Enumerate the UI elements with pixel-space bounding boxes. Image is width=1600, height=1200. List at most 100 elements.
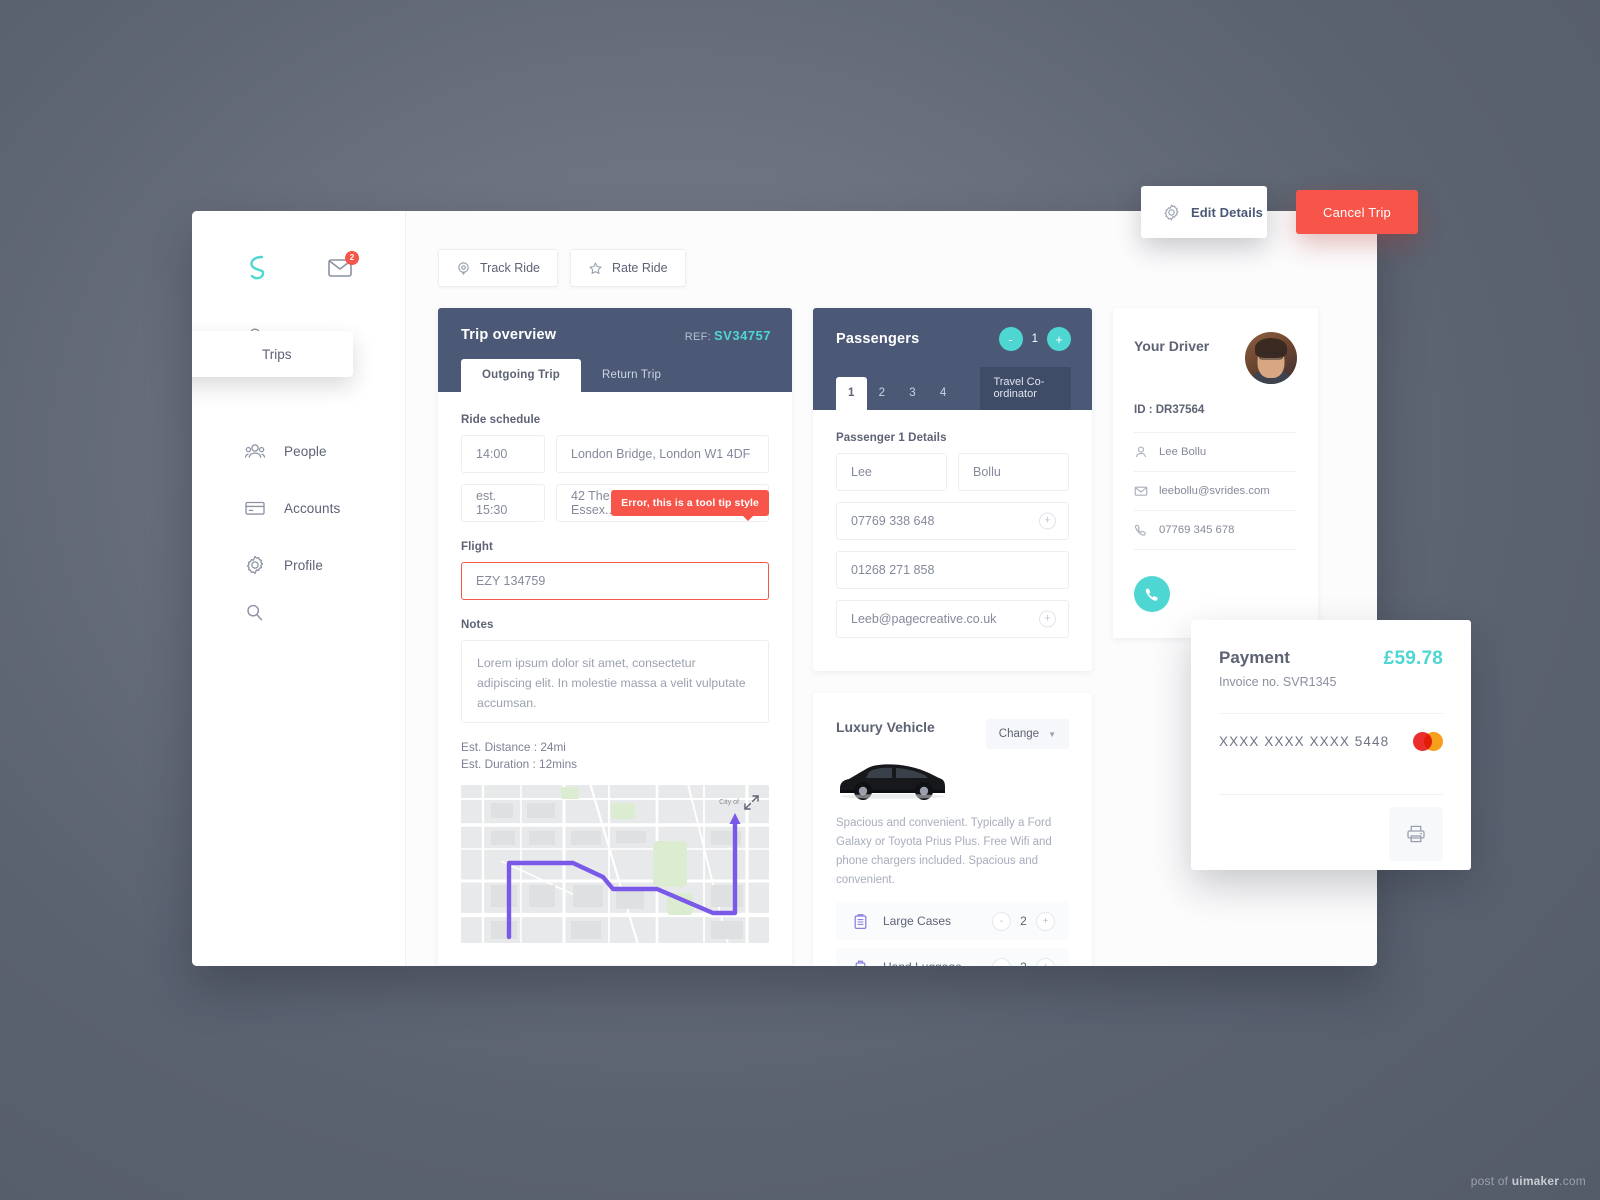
trip-ref-value: SV34757 xyxy=(714,327,771,343)
map-place-label: City of xyxy=(719,799,739,806)
route-map[interactable]: City of xyxy=(461,785,769,943)
tab-passenger-2[interactable]: 2 xyxy=(867,377,898,410)
divider xyxy=(1219,794,1443,795)
user-icon xyxy=(1135,446,1147,458)
driver-phone-row: 07769 345 678 xyxy=(1134,510,1297,550)
tab-return-trip[interactable]: Return Trip xyxy=(581,359,682,392)
add-email-button[interactable]: + xyxy=(1039,610,1056,628)
sidebar-item-trips[interactable]: Trips xyxy=(192,331,353,377)
trip-ref: REF: SV34757 xyxy=(685,328,771,343)
passenger-landline-input[interactable]: 01268 271 858 xyxy=(836,551,1069,589)
passenger-count-stepper: - 1 + xyxy=(998,327,1071,351)
baggage-decrement-button[interactable]: - xyxy=(992,911,1011,931)
mastercard-icon xyxy=(1413,732,1443,751)
payment-card-row[interactable]: XXXX XXXX XXXX 5448 xyxy=(1219,714,1443,770)
trip-estimates: Est. Distance : 24mi Est. Duration : 12m… xyxy=(461,740,769,771)
envelope-icon xyxy=(1134,486,1148,496)
passenger-firstname-input[interactable]: Lee xyxy=(836,453,947,491)
watermark-suffix: .com xyxy=(1559,1174,1586,1188)
est-distance: Est. Distance : 24mi xyxy=(461,740,566,754)
cancel-trip-label: Cancel Trip xyxy=(1323,204,1391,220)
driver-name: Lee Bollu xyxy=(1159,446,1207,458)
passenger-tabs: 1 2 3 4 Travel Co-ordinator xyxy=(836,367,1071,410)
trip-overview-card: Trip overview REF: SV34757 Outgoing Trip … xyxy=(438,308,792,965)
change-vehicle-label: Change xyxy=(998,728,1040,740)
tab-outgoing-trip[interactable]: Outgoing Trip xyxy=(461,359,581,392)
sidebar-search-button[interactable] xyxy=(192,602,405,628)
tab-passenger-3[interactable]: 3 xyxy=(897,377,928,410)
ride-schedule-label: Ride schedule xyxy=(461,414,541,426)
tab-passenger-1[interactable]: 1 xyxy=(836,377,867,410)
sidebar-item-label: Profile xyxy=(284,557,323,573)
driver-phone: 07769 345 678 xyxy=(1159,524,1235,536)
gear-icon xyxy=(244,554,266,576)
tab-travel-coordinator[interactable]: Travel Co-ordinator xyxy=(980,367,1071,410)
watermark-prefix: post of xyxy=(1470,1174,1512,1188)
notifications-mail-icon[interactable]: 2 xyxy=(328,251,359,278)
sidebar-item-profile[interactable]: Profile xyxy=(192,545,405,585)
tab-passenger-4[interactable]: 4 xyxy=(928,377,959,410)
passengers-body: Passenger 1 Details Lee Bollu 07769 338 … xyxy=(813,410,1092,671)
pickup-address-input[interactable]: London Bridge, London W1 4DF xyxy=(556,435,769,473)
est-duration: Est. Duration : 12mins xyxy=(461,757,578,771)
passenger-increment-button[interactable]: + xyxy=(1047,327,1071,351)
svrides-logo-icon[interactable] xyxy=(244,253,270,283)
trip-overview-body: Ride schedule 14:00 London Bridge, Londo… xyxy=(438,392,792,965)
vehicle-title: Luxury Vehicle xyxy=(836,719,935,735)
baggage-list: Large Cases - 2 + xyxy=(836,902,1069,966)
passengers-title: Passengers xyxy=(836,331,920,347)
payment-amount: £59.78 xyxy=(1383,648,1443,669)
passenger-email-input[interactable]: Leeb@pagecreative.co.uk + xyxy=(836,600,1069,638)
passenger-contact-fields: 07769 338 648 + 01268 271 858 Leeb@pagec… xyxy=(836,502,1069,638)
pickup-row: 14:00 London Bridge, London W1 4DF xyxy=(461,435,769,473)
baggage-row-large-cases: Large Cases - 2 + xyxy=(836,902,1069,941)
sidebar-item-people[interactable]: People xyxy=(192,431,405,471)
baggage-increment-button[interactable]: + xyxy=(1036,911,1055,931)
call-driver-button[interactable] xyxy=(1134,576,1170,612)
watermark-brand: uimaker xyxy=(1511,1174,1560,1188)
baggage-decrement-button[interactable]: - xyxy=(992,957,1011,966)
driver-header: Your Driver xyxy=(1134,332,1297,384)
map-expand-icon[interactable] xyxy=(742,793,761,812)
payment-card: Payment £59.78 Invoice no. SVR1345 XXXX … xyxy=(1191,620,1471,870)
flight-field: Flight EZY 134759 xyxy=(461,541,769,600)
passenger-decrement-button[interactable]: - xyxy=(998,327,1023,351)
notes-textarea[interactable]: Lorem ipsum dolor sit amet, consectetur … xyxy=(461,640,769,723)
vehicle-image xyxy=(836,759,1069,806)
baggage-label: Hand Luggage xyxy=(883,960,978,966)
driver-email: leebollu@svrides.com xyxy=(1159,485,1270,497)
rate-ride-button[interactable]: Rate Ride xyxy=(569,249,686,287)
baggage-stepper: - 2 + xyxy=(992,957,1055,966)
passenger-count-value: 1 xyxy=(1031,333,1038,345)
passenger-lastname-input[interactable]: Bollu xyxy=(958,453,1069,491)
passenger-mobile-input[interactable]: 07769 338 648 + xyxy=(836,502,1069,540)
change-vehicle-button[interactable]: Change ▼ xyxy=(985,719,1069,749)
print-invoice-button[interactable] xyxy=(1389,807,1443,861)
people-icon xyxy=(244,440,266,462)
payment-card-number: XXXX XXXX XXXX 5448 xyxy=(1219,734,1390,749)
printer-icon xyxy=(1407,825,1425,843)
edit-details-label: Edit Details xyxy=(1191,204,1263,220)
flight-input[interactable]: EZY 134759 xyxy=(461,562,769,600)
notes-label: Notes xyxy=(461,619,494,631)
sidebar-item-label: Trips xyxy=(262,346,292,362)
dropoff-time-input[interactable]: est. 15:30 xyxy=(461,484,545,522)
star-icon xyxy=(589,262,602,274)
sidebar-item-accounts[interactable]: Accounts xyxy=(192,488,405,528)
payment-invoice: Invoice no. SVR1345 xyxy=(1219,675,1337,689)
baggage-increment-button[interactable]: + xyxy=(1036,957,1055,966)
notes-field: Notes Lorem ipsum dolor sit amet, consec… xyxy=(461,619,769,723)
baggage-label: Large Cases xyxy=(883,914,952,929)
sidebar: 2 Book Trip Trips xyxy=(192,211,406,966)
add-mobile-button[interactable]: + xyxy=(1039,512,1056,530)
pickup-time-input[interactable]: 14:00 xyxy=(461,435,545,473)
edit-details-button[interactable]: Edit Details xyxy=(1141,186,1267,238)
avatar xyxy=(1245,332,1297,384)
passenger-name-row: Lee Bollu xyxy=(836,453,1069,491)
cancel-trip-button[interactable]: Cancel Trip xyxy=(1296,190,1418,234)
track-ride-button[interactable]: Track Ride xyxy=(438,249,558,287)
passenger-email-value: Leeb@pagecreative.co.uk xyxy=(851,612,997,626)
vehicle-header: Luxury Vehicle Change ▼ xyxy=(836,719,1069,749)
phone-icon xyxy=(1145,588,1158,601)
passengers-header: Passengers - 1 + 1 2 3 4 Travel Co-ordin… xyxy=(813,308,1092,410)
